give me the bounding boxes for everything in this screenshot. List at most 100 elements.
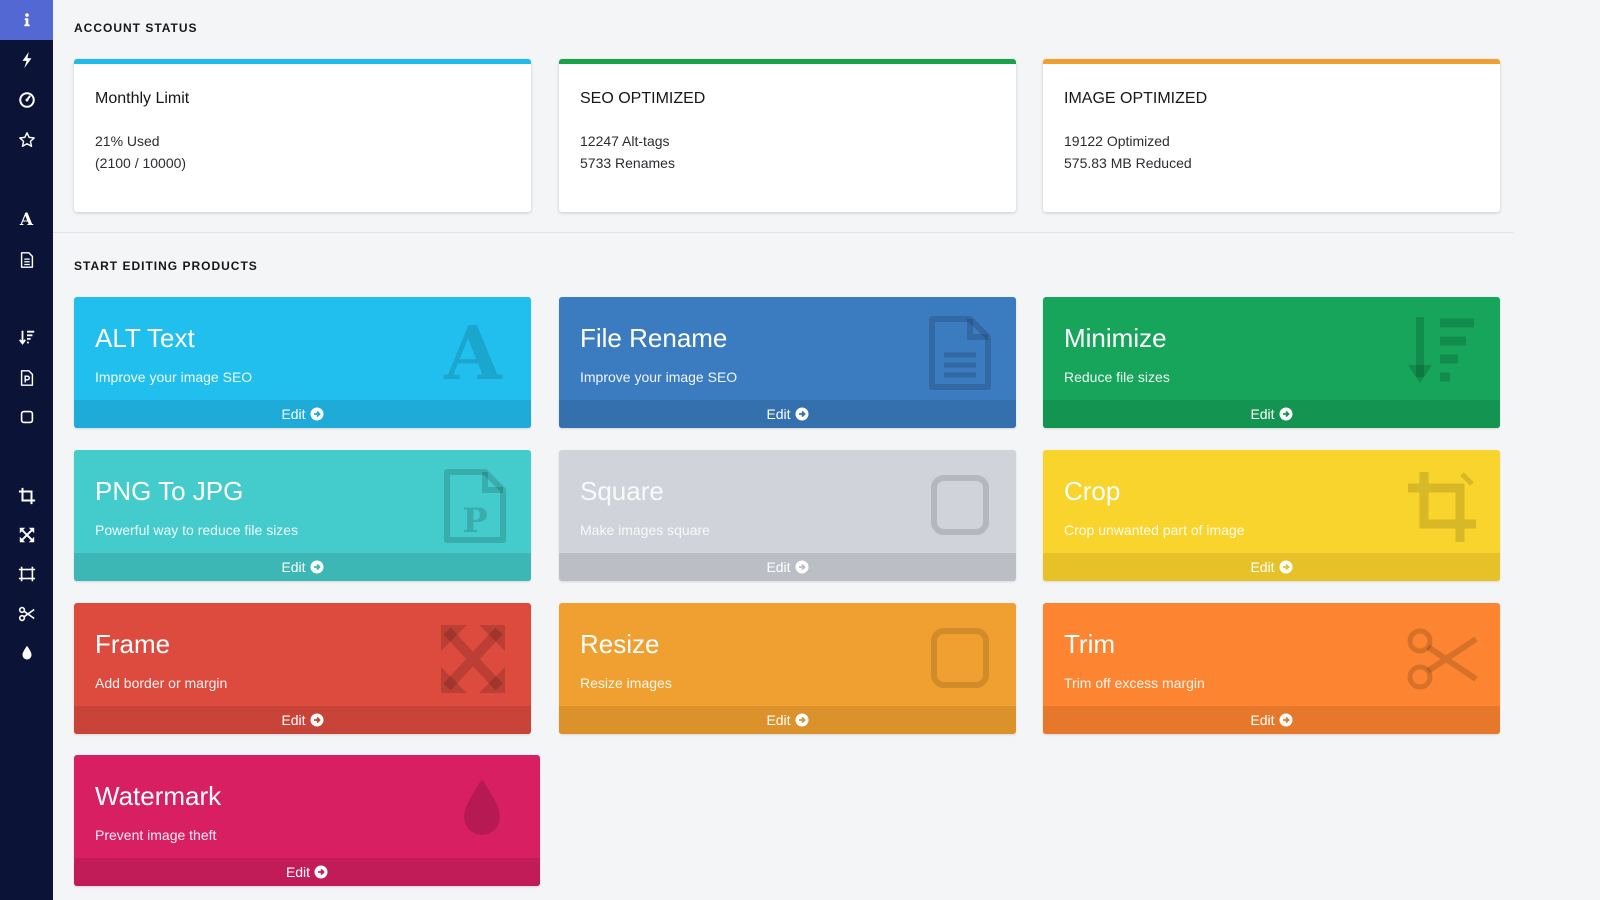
arrow-circle-right-icon xyxy=(795,407,809,421)
edit-label: Edit xyxy=(1250,559,1275,575)
edit-label: Edit xyxy=(281,406,306,422)
file-text-icon xyxy=(18,251,36,269)
tool-card-title: Watermark xyxy=(95,781,222,811)
tool-card-trim[interactable]: Trim Trim off excess margin Edit xyxy=(1043,603,1500,734)
tool-card-alt-text[interactable]: ALT Text Improve your image SEO A Edit xyxy=(74,297,531,428)
tool-card-subtitle: Reduce file sizes xyxy=(1064,369,1170,385)
stat-card-seo-optimized: SEO OPTIMIZED 12247 Alt-tags 5733 Rename… xyxy=(559,59,1016,212)
stat-card-title: IMAGE OPTIMIZED xyxy=(1064,90,1208,107)
edit-label: Edit xyxy=(281,559,306,575)
edit-button[interactable]: Edit xyxy=(74,400,531,428)
stat-card-monthly-limit: Monthly Limit 21% Used (2100 / 10000) xyxy=(74,59,531,212)
sidebar-item-square[interactable] xyxy=(0,397,53,437)
edit-button[interactable]: Edit xyxy=(1043,553,1500,581)
tool-card-png-to-jpg[interactable]: PNG To JPG Powerful way to reduce file s… xyxy=(74,450,531,581)
arrow-circle-right-icon xyxy=(795,560,809,574)
arrow-circle-right-icon xyxy=(795,713,809,727)
sidebar-item-alt-text[interactable]: A xyxy=(0,200,53,240)
file-p-icon xyxy=(18,369,36,387)
edit-label: Edit xyxy=(1250,406,1275,422)
sidebar-item-lightning[interactable] xyxy=(0,40,53,80)
square-icon xyxy=(18,408,36,426)
edit-button[interactable]: Edit xyxy=(1043,400,1500,428)
stat-card-title: Monthly Limit xyxy=(95,90,190,107)
tool-card-subtitle: Powerful way to reduce file sizes xyxy=(95,522,299,538)
edit-label: Edit xyxy=(1250,712,1275,728)
sidebar-item-favorites[interactable] xyxy=(0,120,53,160)
tool-card-title: PNG To JPG xyxy=(95,476,244,506)
sort-icon xyxy=(1406,315,1478,391)
arrow-circle-right-icon xyxy=(1279,560,1293,574)
tool-card-file-rename[interactable]: File Rename Improve your image SEO Edit xyxy=(559,297,1016,428)
svg-text:A: A xyxy=(443,315,503,391)
tool-card-subtitle: Improve your image SEO xyxy=(95,369,253,385)
square-icon xyxy=(922,621,994,697)
dashboard-icon xyxy=(18,91,36,109)
sidebar-item-watermark[interactable] xyxy=(0,633,53,673)
stat-card-image-optimized: IMAGE OPTIMIZED 19122 Optimized 575.83 M… xyxy=(1043,59,1500,212)
edit-button[interactable]: Edit xyxy=(74,706,531,734)
font-icon: A xyxy=(19,210,34,230)
tool-card-title: Crop xyxy=(1064,476,1121,506)
arrow-circle-right-icon xyxy=(1279,407,1293,421)
sidebar-item-dashboard[interactable] xyxy=(0,80,53,120)
tool-card-subtitle: Make images square xyxy=(580,522,710,538)
sidebar-item-file-rename[interactable] xyxy=(0,240,53,280)
stat-card-accent-bar xyxy=(1043,59,1500,64)
edit-label: Edit xyxy=(766,559,791,575)
edit-button[interactable]: Edit xyxy=(1043,706,1500,734)
tool-card-watermark[interactable]: Watermark Prevent image theft Edit xyxy=(74,755,540,886)
tool-card-subtitle: Prevent image theft xyxy=(95,827,217,843)
scissors-icon xyxy=(18,605,36,623)
arrow-circle-right-icon xyxy=(310,713,324,727)
frame-icon xyxy=(18,565,36,583)
edit-label: Edit xyxy=(281,712,306,728)
sidebar-item-trim[interactable] xyxy=(0,594,53,634)
arrow-circle-right-icon xyxy=(314,865,328,879)
tool-card-resize[interactable]: Resize Resize images Edit xyxy=(559,603,1016,734)
edit-button[interactable]: Edit xyxy=(74,858,540,886)
sidebar-item-frame[interactable] xyxy=(0,515,53,555)
tool-card-subtitle: Improve your image SEO xyxy=(580,369,738,385)
tool-card-subtitle: Resize images xyxy=(580,675,672,691)
tool-card-subtitle: Crop unwanted part of image xyxy=(1064,522,1245,538)
tool-card-title: Square xyxy=(580,476,664,506)
tool-card-title: Resize xyxy=(580,629,660,659)
tool-card-square[interactable]: Square Make images square Edit xyxy=(559,450,1016,581)
lightning-icon xyxy=(18,51,36,69)
stat-card-line: 19122 Optimized xyxy=(1064,133,1170,149)
account-status-heading: ACCOUNT STATUS xyxy=(74,21,198,35)
stat-card-title: SEO OPTIMIZED xyxy=(580,90,706,107)
edit-button[interactable]: Edit xyxy=(74,553,531,581)
edit-label: Edit xyxy=(766,406,791,422)
start-editing-heading: START EDITING PRODUCTS xyxy=(74,259,258,273)
sidebar-item-resize[interactable] xyxy=(0,554,53,594)
arrow-circle-right-icon xyxy=(1279,713,1293,727)
sidebar-item-crop[interactable] xyxy=(0,476,53,516)
arrow-circle-right-icon xyxy=(310,560,324,574)
edit-button[interactable]: Edit xyxy=(559,706,1016,734)
tool-card-subtitle: Trim off excess margin xyxy=(1064,675,1205,691)
sidebar-item-png-to-jpg[interactable] xyxy=(0,358,53,398)
sidebar-item-minimize[interactable] xyxy=(0,318,53,358)
expand-icon xyxy=(437,621,509,697)
stat-card-line: 12247 Alt-tags xyxy=(580,133,670,149)
crop-icon xyxy=(18,487,36,505)
stat-card-line: 5733 Renames xyxy=(580,155,675,171)
sidebar: A xyxy=(0,0,53,900)
stat-card-accent-bar xyxy=(74,59,531,64)
tool-card-crop[interactable]: Crop Crop unwanted part of image Edit xyxy=(1043,450,1500,581)
tool-card-frame[interactable]: Frame Add border or margin Edit xyxy=(74,603,531,734)
tint-icon xyxy=(446,773,518,849)
scissors-icon xyxy=(1406,621,1478,697)
tool-card-subtitle: Add border or margin xyxy=(95,675,228,691)
stat-card-line: 575.83 MB Reduced xyxy=(1064,155,1192,171)
expand-icon xyxy=(18,526,36,544)
edit-button[interactable]: Edit xyxy=(559,400,1016,428)
tool-card-minimize[interactable]: Minimize Reduce file sizes Edit xyxy=(1043,297,1500,428)
edit-label: Edit xyxy=(285,864,311,880)
square-icon xyxy=(922,468,994,544)
star-icon xyxy=(18,131,36,149)
edit-button[interactable]: Edit xyxy=(559,553,1016,581)
sidebar-item-info[interactable] xyxy=(0,0,53,40)
